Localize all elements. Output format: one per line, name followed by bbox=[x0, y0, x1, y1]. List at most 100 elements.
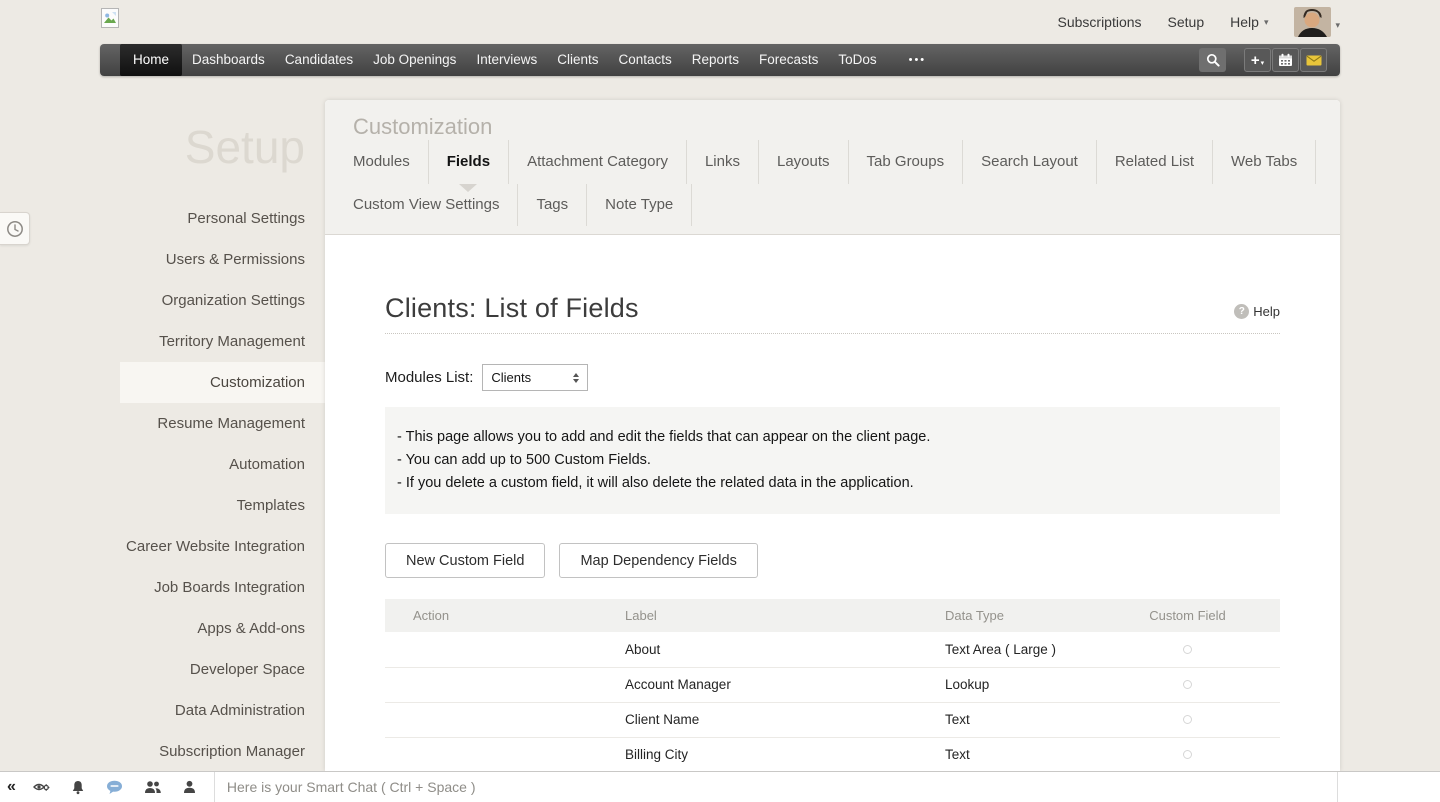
smart-chat-input[interactable]: Here is your Smart Chat ( Ctrl + Space ) bbox=[227, 779, 476, 795]
sidebar-item-personal-settings[interactable]: Personal Settings bbox=[0, 198, 325, 239]
action-cell bbox=[385, 702, 610, 737]
fields-page: Clients: List of Fields ? Help Modules L… bbox=[325, 293, 1340, 773]
label-cell: Account Manager bbox=[610, 667, 930, 702]
sidebar-item-data-administration[interactable]: Data Administration bbox=[0, 690, 325, 731]
tab-fields[interactable]: Fields bbox=[429, 140, 509, 184]
avatar[interactable] bbox=[1294, 7, 1331, 37]
chat-settings-icon[interactable] bbox=[33, 780, 50, 795]
tab-modules[interactable]: Modules bbox=[335, 140, 429, 184]
custom-field-cell bbox=[1095, 702, 1280, 737]
user-icon[interactable] bbox=[183, 780, 196, 794]
user-menu[interactable]: ▾ bbox=[1294, 7, 1340, 37]
chat-bubble-icon[interactable] bbox=[106, 780, 123, 795]
fields-table: Action Label Data Type Custom Field Abou… bbox=[385, 599, 1280, 773]
nav-tab-clients[interactable]: Clients bbox=[550, 44, 605, 76]
calendar-button[interactable] bbox=[1272, 48, 1299, 72]
main-nav-bar: Home Dashboards Candidates Job Openings … bbox=[100, 44, 1340, 76]
subscriptions-link[interactable]: Subscriptions bbox=[1058, 14, 1142, 30]
nav-tab-candidates[interactable]: Candidates bbox=[278, 44, 360, 76]
logo-broken-image-icon[interactable] bbox=[101, 8, 119, 28]
nav-tab-interviews[interactable]: Interviews bbox=[469, 44, 544, 76]
notifications-bell-icon[interactable] bbox=[71, 780, 85, 795]
collapse-chevrons-icon[interactable]: « bbox=[7, 779, 16, 795]
column-header-action: Action bbox=[385, 599, 610, 632]
main-panel: Customization Modules Fields Attachment … bbox=[325, 100, 1340, 771]
sidebar-item-automation[interactable]: Automation bbox=[0, 444, 325, 485]
nav-tab-contacts[interactable]: Contacts bbox=[611, 44, 678, 76]
nav-tab-home[interactable]: Home bbox=[120, 44, 182, 76]
column-header-custom-field: Custom Field bbox=[1095, 599, 1280, 632]
custom-field-cell bbox=[1095, 667, 1280, 702]
column-header-label: Label bbox=[610, 599, 930, 632]
quick-add-button[interactable]: + ▾ bbox=[1244, 48, 1271, 72]
sidebar-item-resume-management[interactable]: Resume Management bbox=[0, 403, 325, 444]
table-row[interactable]: Billing City Text bbox=[385, 737, 1280, 772]
divider bbox=[214, 772, 215, 802]
chevron-down-icon: ▾ bbox=[1335, 21, 1340, 30]
empty-circle-icon bbox=[1183, 645, 1192, 654]
table-row[interactable]: Client Name Text bbox=[385, 702, 1280, 737]
chevron-down-icon: ▾ bbox=[1261, 59, 1265, 67]
data-type-cell: Lookup bbox=[930, 667, 1095, 702]
divider bbox=[1337, 772, 1338, 802]
nav-tab-dashboards[interactable]: Dashboards bbox=[185, 44, 272, 76]
column-header-data-type: Data Type bbox=[930, 599, 1095, 632]
help-link[interactable]: ? Help bbox=[1234, 304, 1280, 319]
tab-related-list[interactable]: Related List bbox=[1097, 140, 1213, 184]
map-dependency-fields-button[interactable]: Map Dependency Fields bbox=[559, 543, 757, 578]
sidebar-item-templates[interactable]: Templates bbox=[0, 485, 325, 526]
sidebar-item-apps-addons[interactable]: Apps & Add-ons bbox=[0, 608, 325, 649]
empty-circle-icon bbox=[1183, 750, 1192, 759]
nav-tab-reports[interactable]: Reports bbox=[685, 44, 746, 76]
more-tabs-icon[interactable]: ••• bbox=[901, 44, 935, 76]
search-icon bbox=[1206, 53, 1220, 67]
tab-layouts[interactable]: Layouts bbox=[759, 140, 849, 184]
tab-custom-view-settings[interactable]: Custom View Settings bbox=[335, 184, 518, 226]
info-box: - This page allows you to add and edit t… bbox=[385, 407, 1280, 514]
tab-links[interactable]: Links bbox=[687, 140, 759, 184]
nav-tabs: Home Dashboards Candidates Job Openings … bbox=[100, 44, 934, 76]
modules-list-select[interactable]: Clients bbox=[482, 364, 588, 391]
sidebar-item-job-boards-integration[interactable]: Job Boards Integration bbox=[0, 567, 325, 608]
table-row[interactable]: Account Manager Lookup bbox=[385, 667, 1280, 702]
table-row[interactable]: About Text Area ( Large ) bbox=[385, 632, 1280, 667]
top-bar: Subscriptions Setup Help ▾ ▾ bbox=[0, 0, 1440, 44]
tab-tab-groups[interactable]: Tab Groups bbox=[849, 140, 964, 184]
tab-tags[interactable]: Tags bbox=[518, 184, 587, 226]
sidebar-item-career-website-integration[interactable]: Career Website Integration bbox=[0, 526, 325, 567]
sidebar-item-territory-management[interactable]: Territory Management bbox=[0, 321, 325, 362]
customization-tabs-row1: Modules Fields Attachment Category Links… bbox=[335, 140, 1340, 184]
chevron-down-icon: ▾ bbox=[1264, 18, 1269, 27]
new-custom-field-button[interactable]: New Custom Field bbox=[385, 543, 545, 578]
search-button[interactable] bbox=[1199, 48, 1226, 72]
page-title: Customization bbox=[325, 100, 1340, 140]
mail-icon bbox=[1306, 55, 1322, 66]
label-cell: Billing City bbox=[610, 737, 930, 772]
sidebar-item-organization-settings[interactable]: Organization Settings bbox=[0, 280, 325, 321]
nav-tab-forecasts[interactable]: Forecasts bbox=[752, 44, 825, 76]
sidebar-item-developer-space[interactable]: Developer Space bbox=[0, 649, 325, 690]
data-type-cell: Text bbox=[930, 702, 1095, 737]
custom-field-cell bbox=[1095, 632, 1280, 667]
setup-link[interactable]: Setup bbox=[1168, 14, 1205, 30]
smart-chat-bar: « bbox=[0, 771, 1440, 802]
sidebar-item-users-permissions[interactable]: Users & Permissions bbox=[0, 239, 325, 280]
users-group-icon[interactable] bbox=[144, 780, 162, 794]
empty-circle-icon bbox=[1183, 715, 1192, 724]
nav-tab-todos[interactable]: ToDos bbox=[831, 44, 883, 76]
custom-field-cell bbox=[1095, 737, 1280, 772]
help-link-label: Help bbox=[1253, 304, 1280, 319]
tab-web-tabs[interactable]: Web Tabs bbox=[1213, 140, 1316, 184]
action-cell bbox=[385, 632, 610, 667]
modules-list-label: Modules List: bbox=[385, 369, 473, 386]
sidebar-item-subscription-manager[interactable]: Subscription Manager bbox=[0, 731, 325, 772]
tab-attachment-category[interactable]: Attachment Category bbox=[509, 140, 687, 184]
customization-header: Customization Modules Fields Attachment … bbox=[325, 100, 1340, 235]
tab-search-layout[interactable]: Search Layout bbox=[963, 140, 1097, 184]
info-line: - You can add up to 500 Custom Fields. bbox=[397, 449, 1268, 472]
mail-button[interactable] bbox=[1300, 48, 1327, 72]
tab-note-type[interactable]: Note Type bbox=[587, 184, 692, 226]
nav-tab-job-openings[interactable]: Job Openings bbox=[366, 44, 463, 76]
help-menu[interactable]: Help ▾ bbox=[1230, 14, 1268, 30]
sidebar-item-customization[interactable]: Customization bbox=[120, 362, 325, 403]
